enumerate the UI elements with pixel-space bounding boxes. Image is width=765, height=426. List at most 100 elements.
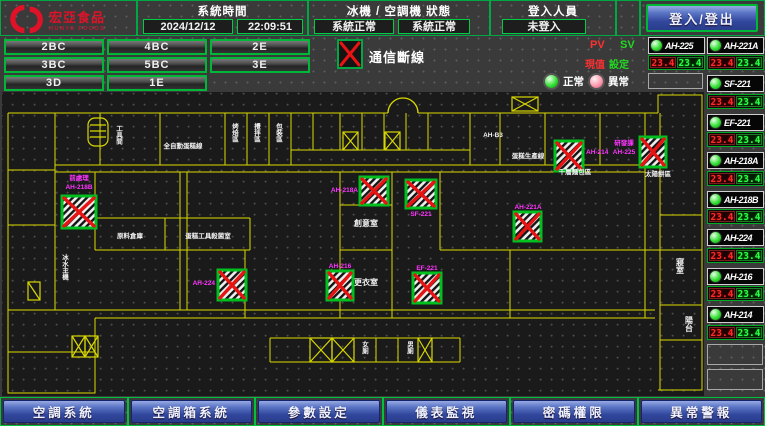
- login-user: 未登入: [502, 19, 586, 34]
- brand-name: 宏亞食品: [49, 7, 105, 26]
- floor-button-2bc[interactable]: 2BC: [4, 39, 104, 55]
- unit-row-ef221[interactable]: EF-221: [707, 114, 764, 131]
- machine-status-title: 冰機 / 空調機 狀態: [309, 3, 489, 19]
- floor-button-3bc[interactable]: 3BC: [4, 57, 104, 73]
- run-led-icon: [709, 231, 722, 244]
- nav-meter-monitor-button[interactable]: 儀表監視: [386, 400, 508, 423]
- sv-value: 23.4: [736, 134, 762, 145]
- room-label: 陽台: [685, 315, 694, 333]
- ahu-marker-ah218b[interactable]: [62, 196, 96, 228]
- unit-row-ah216[interactable]: AH-216: [707, 268, 764, 285]
- ahu-marker-ah214[interactable]: [555, 141, 583, 171]
- legend-abnormal-label: 異常: [608, 74, 629, 89]
- unit-values-ah216: 23.4 23.4: [707, 286, 764, 301]
- unit-name: AH-218A: [724, 156, 758, 166]
- nav-password-auth-button[interactable]: 密碼權限: [513, 400, 635, 423]
- marker-label: AH-216: [329, 263, 352, 270]
- floor-button-3d[interactable]: 3D: [4, 75, 104, 91]
- unit-values-ah225: 23.4 23.4: [648, 55, 705, 70]
- sv-value: 23.4: [736, 173, 762, 184]
- nav-param-settings-button[interactable]: 參數設定: [258, 400, 380, 423]
- room-label: 創意室: [353, 218, 378, 228]
- marker-label: 研發課: [614, 138, 634, 147]
- ahu-marker-ah216[interactable]: [327, 271, 353, 300]
- unit-row-ah218b[interactable]: AH-218B: [707, 191, 764, 208]
- run-led-icon: [709, 116, 722, 129]
- unit-name: EF-221: [724, 118, 751, 128]
- unit-name: SF-221: [724, 79, 751, 89]
- room-label: 全自動蛋糕線: [163, 141, 204, 150]
- brand-logo-icon: [9, 4, 45, 34]
- unit-row-sf221[interactable]: SF-221: [707, 75, 764, 92]
- marker-label: AH-224: [193, 280, 216, 287]
- nav-alarm-button[interactable]: 異常警報: [641, 400, 763, 423]
- unit-values-ah218b: 23.4 23.4: [707, 209, 764, 224]
- nav-ahu-system-button[interactable]: 空調箱系統: [131, 400, 253, 423]
- ahu-marker-ah224[interactable]: [218, 270, 246, 300]
- sv-value: 23.4: [736, 96, 762, 107]
- run-led-icon: [709, 77, 722, 90]
- system-time-panel: 系統時間 2024/12/12 22:09:51: [137, 0, 308, 36]
- header-spacer: [616, 0, 640, 36]
- marker-label: AH-225: [613, 149, 636, 156]
- unit-name: AH-225: [665, 41, 693, 51]
- floor-button-3e[interactable]: 3E: [210, 57, 310, 73]
- pv-value: 23.4: [709, 96, 735, 107]
- login-logout-button[interactable]: 登入/登出: [646, 4, 758, 32]
- room-label: 更衣室: [354, 277, 378, 287]
- ahu-marker-ah225[interactable]: [640, 137, 666, 167]
- brand-panel: 宏亞食品 HUNYA FOODS: [0, 0, 137, 36]
- unit-values-ah221a: 23.4 23.4: [707, 55, 764, 70]
- pv-value: 23.4: [709, 211, 735, 222]
- empty-slot: [707, 344, 763, 365]
- marker-label: AH-218A: [331, 187, 358, 194]
- unit-name: AH-224: [724, 233, 752, 243]
- floor-button-1e[interactable]: 1E: [107, 75, 207, 91]
- floor-button-2e[interactable]: 2E: [210, 39, 310, 55]
- marker-label: 前處理: [69, 173, 89, 182]
- marker-label: AH-218B: [65, 184, 92, 191]
- unit-row-ah221a[interactable]: AH-221A: [707, 37, 764, 54]
- sv-value: 23.4: [677, 57, 703, 68]
- ahu-status: 系統正常: [398, 19, 470, 34]
- empty-slot: [707, 369, 763, 390]
- unit-name: AH-216: [724, 272, 752, 282]
- room-label: 千層麵包區: [559, 167, 592, 176]
- run-led-icon: [709, 193, 722, 206]
- sv-value: 23.4: [736, 57, 762, 68]
- pv-value: 23.4: [709, 173, 735, 184]
- pv-value: 23.4: [650, 57, 676, 68]
- comm-fail-icon: [337, 39, 363, 69]
- room-label: 蛋糕生產線: [512, 151, 545, 160]
- marker-label: EF-221: [416, 265, 438, 272]
- room-label: 寢室: [676, 257, 685, 275]
- legend-pv: PV: [590, 39, 605, 51]
- run-led-icon: [650, 39, 663, 52]
- nav-ac-system-button[interactable]: 空調系統: [3, 400, 125, 423]
- unit-row-ah225[interactable]: AH-225: [648, 37, 705, 54]
- unit-values-ah218a: 23.4 23.4: [707, 171, 764, 186]
- run-led-icon: [709, 308, 722, 321]
- marker-label: AH-214: [586, 149, 609, 156]
- login-title: 登入人員: [491, 3, 615, 19]
- floor-button-5bc[interactable]: 5BC: [107, 57, 207, 73]
- pv-value: 23.4: [709, 57, 735, 68]
- floor-button-4bc[interactable]: 4BC: [107, 39, 207, 55]
- empty-slot: [648, 73, 703, 89]
- ahu-marker-ah218a[interactable]: [360, 177, 388, 205]
- sv-value: 23.4: [736, 211, 762, 222]
- room-label: 蛋糕工具殺菌室: [185, 231, 231, 240]
- legend-normal-label: 正常: [563, 74, 584, 89]
- chiller-status: 系統正常: [314, 19, 394, 34]
- hmi-screen: 宏亞食品 HUNYA FOODS 系統時間 2024/12/12 22:09:5…: [0, 0, 765, 426]
- unit-name: AH-218B: [724, 195, 758, 205]
- unit-row-ah214[interactable]: AH-214: [707, 306, 764, 323]
- room-label: 原料倉庫: [117, 231, 144, 240]
- ahu-marker-sf221[interactable]: [406, 180, 436, 208]
- ahu-marker-ah221a[interactable]: [514, 212, 541, 241]
- sv-value: 23.4: [736, 250, 762, 261]
- unit-row-ah218a[interactable]: AH-218A: [707, 152, 764, 169]
- ahu-marker-ef221[interactable]: [413, 273, 441, 303]
- unit-row-ah224[interactable]: AH-224: [707, 229, 764, 246]
- marker-label: SF-221: [410, 211, 432, 218]
